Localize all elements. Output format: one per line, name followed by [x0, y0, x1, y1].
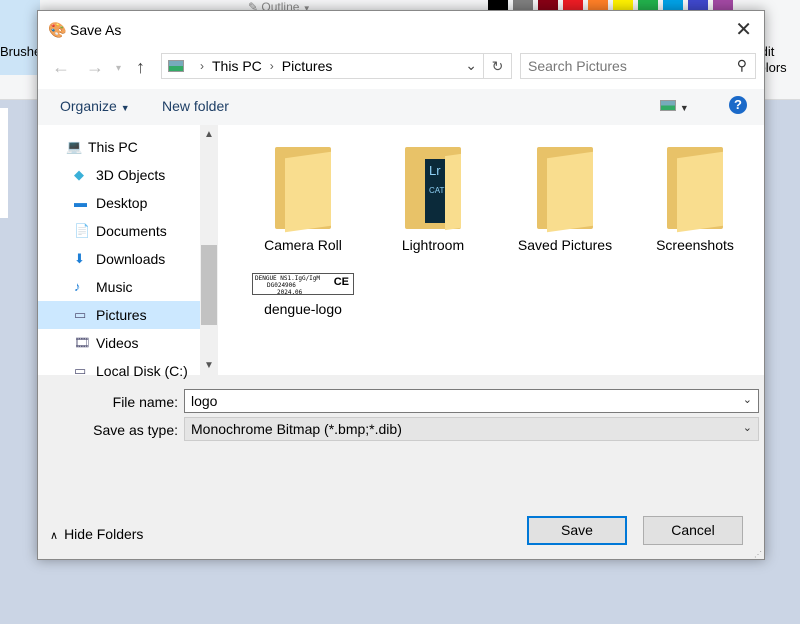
up-arrow-icon[interactable]: ↑: [136, 57, 145, 78]
save-type-value: Monochrome Bitmap (*.bmp;*.dib): [191, 421, 402, 437]
file-name: Screenshots: [656, 237, 734, 253]
chevron-down-icon: ⌄: [742, 422, 752, 434]
refresh-icon[interactable]: ↻: [483, 54, 511, 78]
tree-item-this-pc[interactable]: 💻 This PC: [38, 133, 200, 161]
title-bar: 🎨 Save As ✕: [38, 11, 764, 49]
tree-item-music[interactable]: ♪ Music: [38, 273, 200, 301]
file-name-input[interactable]: logo ⌄: [184, 389, 759, 413]
pictures-icon: ▭: [74, 307, 87, 322]
file-name-label: File name:: [112, 394, 178, 410]
chevron-down-icon[interactable]: ⌄: [465, 57, 477, 74]
close-icon[interactable]: ✕: [735, 17, 752, 42]
file-dengue-logo[interactable]: DENGUE NS1.IgG/IgM DG024906 2024.06 CE d…: [243, 269, 363, 317]
scrollbar-thumb[interactable]: [201, 245, 217, 325]
folder-icon: [537, 147, 593, 233]
document-icon: 📄: [74, 223, 91, 238]
file-name-value: logo: [191, 393, 218, 409]
breadcrumb-pictures[interactable]: Pictures: [282, 58, 333, 74]
paint-app-icon: 🎨: [48, 22, 67, 39]
cancel-button[interactable]: Cancel: [643, 516, 743, 545]
resize-grip[interactable]: ⋰: [754, 550, 762, 559]
tree-item-pictures[interactable]: ▭ Pictures: [38, 301, 200, 329]
dialog-title: Save As: [70, 22, 122, 38]
chevron-up-icon: ∧: [50, 530, 59, 542]
save-as-type-label: Save as type:: [93, 422, 178, 438]
save-as-type-select[interactable]: Monochrome Bitmap (*.bmp;*.dib) ⌄: [184, 417, 759, 441]
folder-saved-pictures[interactable]: Saved Pictures: [505, 125, 625, 253]
folder-icon: Lr CAT: [405, 147, 461, 231]
new-folder-button[interactable]: New folder: [162, 98, 229, 114]
search-input[interactable]: Search Pictures ⚲: [520, 53, 756, 79]
download-icon: ⬇: [74, 251, 85, 266]
folder-icon: [275, 147, 331, 233]
browser-pane: 💻 This PC ◆ 3D Objects ▬ Desktop 📄 Documents ⬇ Do…: [38, 125, 764, 379]
back-arrow-icon[interactable]: ←: [52, 57, 70, 78]
tree-item-label: Desktop: [96, 195, 148, 211]
tree-item-label: 3D Objects: [96, 167, 166, 183]
view-options-button[interactable]: ▼: [660, 98, 689, 114]
scroll-down-icon[interactable]: ▼: [200, 360, 218, 371]
tree-item-documents[interactable]: 📄 Documents: [38, 217, 200, 245]
tree-item-desktop[interactable]: ▬ Desktop: [38, 189, 200, 217]
tree-item-label: Downloads: [96, 251, 166, 267]
search-icon: ⚲: [736, 57, 747, 73]
folder-lightroom[interactable]: Lr CAT Lightroom: [373, 125, 493, 253]
recent-dropdown-icon[interactable]: ▾: [116, 63, 121, 74]
pictures-icon: [168, 60, 184, 72]
tree-item-label: Pictures: [96, 307, 147, 323]
tree-item-3d-objects[interactable]: ◆ 3D Objects: [38, 161, 200, 189]
save-options: File name: logo ⌄ Save as type: Monochrom…: [38, 375, 764, 561]
hide-folders-button[interactable]: ∧ Hide Folders: [50, 526, 143, 542]
organize-button[interactable]: Organize ▼: [60, 98, 130, 114]
cube-icon: ◆: [74, 167, 84, 182]
tree-item-label: Documents: [96, 223, 167, 239]
paint-canvas: [0, 108, 8, 218]
chevron-right-icon: ›: [200, 59, 204, 73]
video-icon: 🎞: [74, 335, 91, 350]
file-name: Camera Roll: [264, 237, 342, 253]
chevron-right-icon: ›: [269, 59, 274, 73]
folder-screenshots[interactable]: Screenshots: [635, 125, 755, 253]
tree-item-label: Music: [96, 279, 133, 295]
folder-camera-roll[interactable]: Camera Roll: [243, 125, 363, 253]
tree-scrollbar[interactable]: ▲ ▼: [200, 125, 218, 375]
brushes-button[interactable]: Brushes: [0, 0, 48, 75]
music-icon: ♪: [74, 279, 81, 294]
command-bar: Organize ▼ New folder ▼ ?: [38, 89, 764, 125]
save-button[interactable]: Save: [527, 516, 627, 545]
tree-item-videos[interactable]: 🎞 Videos: [38, 329, 200, 357]
tree-item-label: This PC: [88, 139, 138, 155]
computer-icon: 💻: [66, 139, 83, 154]
file-name: dengue-logo: [264, 301, 342, 317]
file-name: Saved Pictures: [517, 237, 613, 253]
scroll-up-icon[interactable]: ▲: [200, 129, 218, 140]
tree-item-downloads[interactable]: ⬇ Downloads: [38, 245, 200, 273]
forward-arrow-icon[interactable]: →: [86, 57, 104, 78]
save-as-dialog: 🎨 Save As ✕ ← → ▾ ↑ › This PC › Pictures…: [37, 10, 765, 560]
navigation-bar: ← → ▾ ↑ › This PC › Pictures ⌄ ↻ Search …: [38, 49, 764, 89]
address-bar[interactable]: › This PC › Pictures ⌄ ↻: [161, 53, 512, 79]
help-icon[interactable]: ?: [729, 96, 747, 114]
image-thumbnail: DENGUE NS1.IgG/IgM DG024906 2024.06 CE: [252, 273, 354, 296]
file-name: Lightroom: [401, 237, 465, 253]
hide-folders-label: Hide Folders: [64, 526, 144, 542]
tree-item-label: Videos: [96, 335, 139, 351]
chevron-down-icon[interactable]: ⌄: [743, 393, 752, 406]
search-placeholder: Search Pictures: [528, 58, 627, 74]
breadcrumb-this-pc[interactable]: This PC: [212, 58, 262, 74]
organize-label: Organize: [60, 98, 117, 114]
folder-icon: [667, 147, 723, 233]
folder-tree: 💻 This PC ◆ 3D Objects ▬ Desktop 📄 Documents ⬇ Do…: [38, 125, 218, 379]
desktop-icon: ▬: [74, 195, 87, 210]
